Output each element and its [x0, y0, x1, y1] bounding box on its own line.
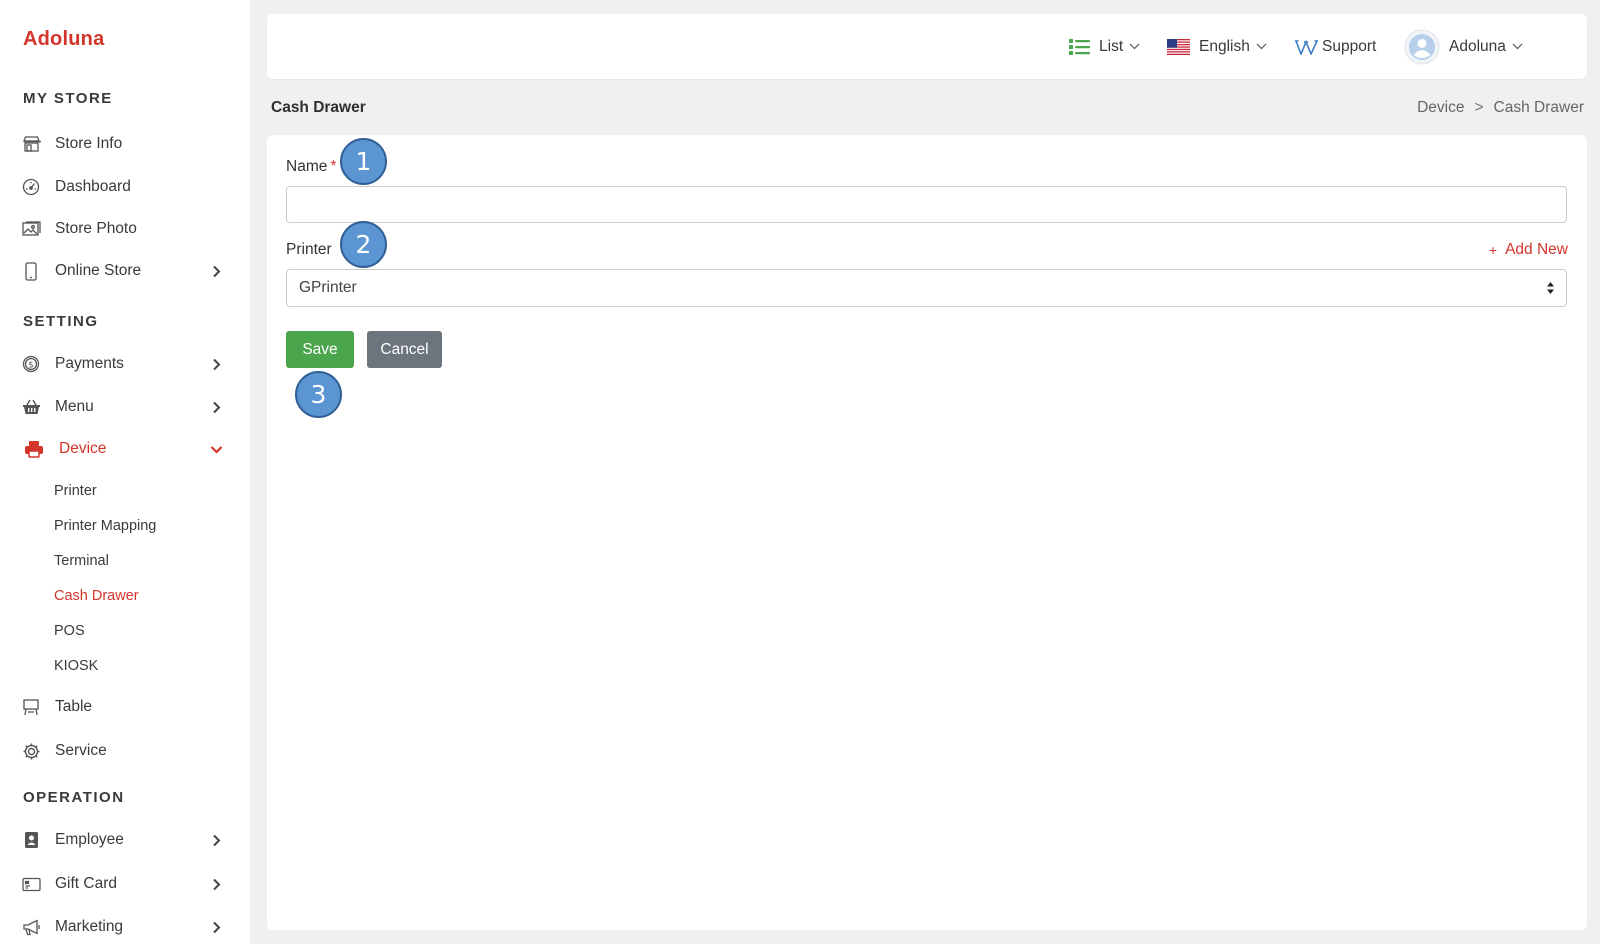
section-setting: SETTING: [23, 313, 99, 330]
sidebar-item-label: Table: [55, 698, 93, 715]
annotation-marker-1: 1: [340, 138, 387, 185]
sidebar-item-label: Store Photo: [55, 220, 137, 237]
page-title: Cash Drawer: [271, 99, 366, 116]
id-badge-icon: [21, 830, 41, 850]
sidebar-item-label: Dashboard: [55, 178, 131, 195]
gauge-icon: [21, 177, 41, 197]
form-card: Name * Printer + Add New GPrinter Save Ca…: [267, 135, 1587, 930]
chevron-down-icon: [1129, 43, 1140, 50]
sidebar-item-employee[interactable]: Employee: [0, 820, 250, 860]
chevron-right-icon: [208, 263, 224, 279]
breadcrumb-current: Cash Drawer: [1493, 99, 1584, 116]
mobile-icon: [21, 261, 41, 281]
sidebar-sub-terminal[interactable]: Terminal: [54, 553, 109, 569]
required-asterisk: *: [330, 158, 337, 175]
chevron-right-icon: [208, 876, 224, 892]
avatar: [1404, 29, 1440, 65]
sidebar-item-store-info[interactable]: Store Info: [0, 124, 250, 164]
sidebar-item-menu[interactable]: Menu: [0, 387, 250, 427]
sidebar-sub-printer[interactable]: Printer: [54, 483, 97, 499]
wiki-w-icon: [1295, 39, 1318, 55]
photo-icon: [21, 219, 41, 239]
name-label-text: Name: [286, 158, 328, 175]
chevron-down-icon: [1256, 43, 1267, 50]
annotation-marker-3: 3: [295, 371, 342, 418]
section-my-store: MY STORE: [23, 90, 113, 107]
card-icon: [21, 874, 41, 894]
sidebar-item-marketing[interactable]: Marketing: [0, 907, 250, 944]
chevron-right-icon: [208, 399, 224, 415]
add-new-label: Add New: [1505, 241, 1568, 258]
sidebar-item-label: Device: [59, 440, 107, 457]
sidebar-item-label: Gift Card: [55, 875, 118, 892]
section-operation: OPERATION: [23, 789, 125, 806]
sidebar: Adoluna MY STORE Store Info Dashboard St…: [0, 0, 250, 944]
brand-logo[interactable]: Adoluna: [23, 28, 104, 51]
top-bar: List English Support Adoluna: [267, 14, 1587, 79]
sidebar-item-device[interactable]: Device: [0, 429, 250, 469]
language-menu[interactable]: English: [1167, 14, 1267, 79]
svg-text:$: $: [28, 360, 33, 370]
support-link[interactable]: Support: [1295, 14, 1376, 79]
gear-icon: [21, 741, 41, 761]
sidebar-item-table[interactable]: Table: [0, 687, 250, 727]
sidebar-item-dashboard[interactable]: Dashboard: [0, 167, 250, 207]
support-label: Support: [1322, 37, 1377, 55]
list-icon: [1069, 38, 1090, 56]
sidebar-item-online-store[interactable]: Online Store: [0, 251, 250, 291]
sidebar-item-label: Menu: [55, 398, 94, 415]
list-menu[interactable]: List: [1069, 14, 1140, 79]
breadcrumb-separator: >: [1474, 99, 1484, 116]
sidebar-sub-cash-drawer[interactable]: Cash Drawer: [54, 588, 139, 604]
sidebar-item-label: Employee: [55, 831, 124, 848]
sidebar-item-payments[interactable]: $ Payments: [0, 344, 250, 384]
megaphone-icon: [21, 917, 41, 937]
user-label: Adoluna: [1449, 37, 1506, 55]
sidebar-sub-printer-mapping[interactable]: Printer Mapping: [54, 518, 156, 534]
chevron-down-icon: [208, 441, 224, 457]
sidebar-sub-kiosk[interactable]: KIOSK: [54, 658, 98, 674]
list-label: List: [1099, 37, 1124, 55]
chevron-right-icon: [208, 832, 224, 848]
sidebar-item-label: Service: [55, 742, 107, 759]
sidebar-item-store-photo[interactable]: Store Photo: [0, 209, 250, 249]
name-input[interactable]: [286, 186, 1567, 223]
sidebar-item-service[interactable]: Service: [0, 731, 250, 771]
dollar-coin-icon: $: [21, 354, 41, 374]
printer-label: Printer: [286, 241, 332, 258]
basket-icon: [21, 397, 41, 417]
sidebar-item-label: Store Info: [55, 135, 123, 152]
breadcrumb: Device > Cash Drawer: [1417, 99, 1584, 117]
printer-icon: [24, 439, 44, 459]
plus-icon: +: [1488, 242, 1498, 258]
sort-caret-icon: [1546, 281, 1555, 300]
cancel-button[interactable]: Cancel: [367, 331, 442, 368]
storefront-icon: [21, 134, 41, 154]
annotation-marker-2: 2: [340, 221, 387, 268]
breadcrumb-device[interactable]: Device: [1417, 99, 1464, 117]
sidebar-item-label: Marketing: [55, 918, 124, 935]
table-icon: [21, 697, 41, 717]
name-label: Name *: [286, 158, 336, 176]
sidebar-sub-pos[interactable]: POS: [54, 623, 85, 639]
chevron-right-icon: [208, 919, 224, 935]
printer-selected-value: GPrinter: [299, 279, 357, 296]
add-new-printer-link[interactable]: + Add New: [1489, 241, 1568, 259]
sidebar-item-label: Payments: [55, 355, 124, 372]
chevron-right-icon: [208, 356, 224, 372]
user-menu[interactable]: Adoluna: [1404, 14, 1523, 79]
language-label: English: [1199, 37, 1250, 55]
save-button[interactable]: Save: [286, 331, 354, 368]
printer-select[interactable]: GPrinter: [286, 269, 1567, 307]
chevron-down-icon: [1512, 43, 1523, 50]
sidebar-item-label: Online Store: [55, 262, 142, 279]
sidebar-item-gift-card[interactable]: Gift Card: [0, 864, 250, 904]
us-flag-icon: [1167, 38, 1190, 55]
